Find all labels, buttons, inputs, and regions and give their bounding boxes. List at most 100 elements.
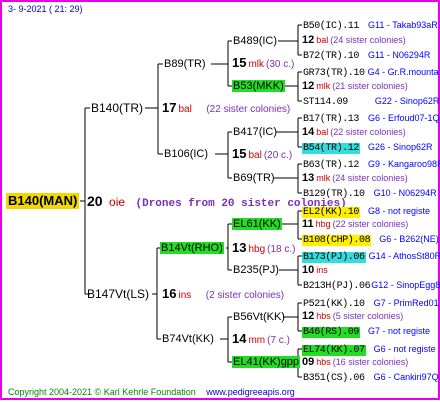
- site-link[interactable]: www.pedigreeapis.org: [206, 387, 295, 397]
- gen3-node[interactable]: B69(TR): [232, 171, 276, 185]
- info-num: 12: [302, 34, 315, 46]
- gen3-node[interactable]: B417(IC): [232, 125, 278, 139]
- info-num: 15: [232, 55, 247, 70]
- gen4-extra: G12 - SinopEgg86R: [371, 280, 440, 290]
- gen4-id: B213H(PJ).06: [303, 281, 371, 292]
- gen4-extra: G8 - not registe: [368, 206, 431, 216]
- gen3-id: B417(IC): [233, 126, 278, 138]
- pedigree-frame: 3- 9-2021 ( 21: 29) B140(MAN) 20 oie (Dr…: [0, 0, 440, 400]
- gen4-node[interactable]: B173(PJ).06 G14 - AthosSt80R: [302, 249, 440, 265]
- footer: Copyright 2004-2021 © Karl Kehrle Founda…: [8, 387, 295, 397]
- gen4-node[interactable]: B213H(PJ).06G12 - SinopEgg86R: [302, 278, 440, 294]
- gen1-id: B147Vt(LS): [87, 287, 150, 301]
- info-num: 12: [302, 310, 315, 322]
- gen4-info: 11 hbg (22 sister colonies): [302, 218, 408, 230]
- gen3-info: 15 mlk (30 c.): [232, 55, 294, 71]
- info-sisters: (16 sister colonies): [332, 357, 409, 367]
- gen4-id: EL2(KK).10: [302, 207, 361, 218]
- gen4-node[interactable]: B54(TR).12 G26 - Sinop62R: [302, 140, 433, 156]
- info-sisters: (18 c.): [267, 244, 296, 255]
- gen3-id: B56Vt(KK): [233, 311, 285, 323]
- gen4-extra: G14 - AthosSt80R: [368, 251, 440, 261]
- gen4-id: ST114.09: [303, 97, 348, 108]
- gen4-node[interactable]: B129(TR).10 G10 - N06294R: [302, 186, 437, 202]
- gen4-id: P521(KK).10: [303, 299, 365, 310]
- gen4-node[interactable]: B108(CHP).08 G6 - B262(NE): [302, 232, 439, 248]
- gen1-node-bottom[interactable]: B147Vt(LS): [86, 287, 150, 302]
- gen2-id: B14Vt(RHO): [160, 242, 224, 254]
- gen4-node[interactable]: B63(TR).12 G9 - Kangaroo98R: [302, 157, 440, 173]
- gen3-id: EL41(KK)gpp: [232, 356, 301, 368]
- info-sisters: (22 sister colonies): [206, 104, 291, 115]
- gen4-extra: G6 - B262(NE): [379, 234, 439, 244]
- report-date: 3- 9-2021 ( 21: 29): [8, 4, 83, 14]
- gen3-node[interactable]: B53(MKK): [232, 79, 285, 93]
- gen4-node[interactable]: B17(TR).13 G6 - Erfoud07-1Q: [302, 111, 440, 127]
- gen2-id: B74Vt(KK): [162, 333, 214, 345]
- info-colony: hbs: [316, 357, 331, 367]
- gen4-id: B54(TR).12: [302, 143, 361, 154]
- gen2-info: 15 bal (20 c.): [232, 146, 293, 162]
- gen2-info: 14 mm (7 c.): [232, 332, 290, 347]
- gen4-id: B129(TR).10: [303, 189, 365, 200]
- gen4-id: B17(TR).13: [303, 114, 360, 125]
- gen4-extra: G26 - Sinop62R: [368, 142, 433, 152]
- gen4-node[interactable]: GR73(TR).10 G4 - Gr.R.mounta: [302, 65, 439, 81]
- gen2-node[interactable]: B106(IC): [163, 147, 209, 161]
- info-colony: ins: [316, 265, 328, 275]
- gen4-extra: G11 - N06294R: [368, 50, 431, 60]
- gen4-info: 12 mlk (21 sister colonies): [302, 80, 408, 92]
- info-num: 13: [232, 240, 247, 255]
- gen4-extra: G7 - not registe: [368, 326, 431, 336]
- gen3-id: EL61(KK): [232, 218, 282, 230]
- gen3-id: B53(MKK): [232, 80, 285, 92]
- info-colony: mm: [248, 335, 266, 346]
- root-queen[interactable]: B140(MAN): [6, 193, 80, 209]
- info-num: 15: [232, 146, 247, 161]
- info-colony: hbs: [316, 311, 331, 321]
- info-sisters: (24 sister colonies): [332, 173, 408, 183]
- info-num: 14: [302, 126, 315, 138]
- gen4-node[interactable]: B351(CS).06 G6 - Cankiri97Q: [302, 370, 439, 386]
- info-sisters: (20 c.): [263, 150, 293, 161]
- gen1-info-bottom: 16 ins (2 sister colonies): [162, 287, 285, 302]
- gen4-id: B46(RS).09: [302, 327, 361, 338]
- gen4-node[interactable]: B46(RS).09 G7 - not registe: [302, 324, 430, 340]
- gen4-id: B50(IC).11: [303, 21, 360, 32]
- gen4-id: B63(TR).12: [303, 160, 360, 171]
- gen2-id: B106(IC): [164, 148, 209, 160]
- gen3-node[interactable]: EL41(KK)gpp: [232, 355, 301, 369]
- info-num: 12: [302, 80, 315, 92]
- gen3-node[interactable]: B489(IC): [232, 34, 278, 48]
- gen3-id: B489(IC): [233, 35, 278, 47]
- copyright-text: Copyright 2004-2021 © Karl Kehrle Founda…: [8, 387, 196, 397]
- info-colony: bal: [248, 150, 262, 161]
- gen3-node[interactable]: EL61(KK): [232, 217, 282, 231]
- info-sisters: (2 sister colonies): [205, 290, 285, 301]
- gen2-info: 13 hbg (18 c.): [232, 240, 296, 256]
- info-colony: bal: [316, 127, 329, 137]
- gen2-node[interactable]: B14Vt(RHO): [160, 241, 224, 255]
- info-num: 17: [162, 100, 177, 115]
- gen2-node[interactable]: B74Vt(KK): [161, 332, 215, 346]
- info-colony: bal: [316, 35, 329, 45]
- gen3-node[interactable]: B235(PJ): [232, 263, 280, 277]
- info-colony: bal: [178, 104, 192, 115]
- gen1-node-top[interactable]: B140(TR): [90, 101, 144, 116]
- gen3-node[interactable]: B56Vt(KK): [232, 310, 286, 324]
- gen4-id: GR73(TR).10: [303, 68, 365, 79]
- gen4-id: B72(TR).10: [303, 51, 360, 62]
- gen4-extra: G6 - not registe: [373, 344, 436, 354]
- gen4-node[interactable]: B72(TR).10 G11 - N06294R: [302, 48, 430, 64]
- gen4-extra: G10 - N06294R: [373, 188, 437, 198]
- gen4-node[interactable]: B50(IC).11 G11 - Takab93aR: [302, 18, 438, 34]
- gen4-node[interactable]: ST114.09 G22 - Sinop62R: [302, 94, 439, 110]
- root-num: 20: [87, 193, 103, 209]
- info-colony: hbg: [315, 219, 331, 229]
- gen2-node[interactable]: B89(TR): [163, 57, 207, 71]
- info-num: 10: [302, 264, 315, 276]
- info-sisters: (24 sister colonies): [330, 35, 406, 45]
- gen4-info: 13 mlk (24 sister colonies): [302, 172, 408, 184]
- gen3-id: B235(PJ): [233, 264, 279, 276]
- info-sisters: (5 sister colonies): [332, 311, 404, 321]
